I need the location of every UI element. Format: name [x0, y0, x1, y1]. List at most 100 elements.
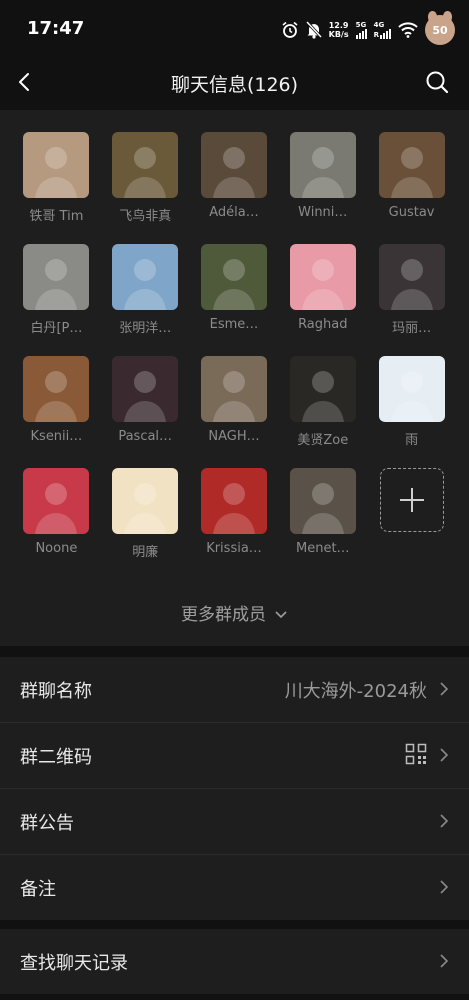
- member-item[interactable]: Krissia…: [190, 468, 279, 580]
- member-row: 铁哥 Tim 飞鸟非真 Adéla… Winni… Gustav: [0, 132, 469, 244]
- member-avatar[interactable]: [112, 132, 179, 198]
- member-avatar[interactable]: [200, 244, 267, 310]
- member-avatar[interactable]: [23, 356, 90, 422]
- person-icon: [35, 147, 78, 198]
- member-panel: 铁哥 Tim 飞鸟非真 Adéla… Winni… Gustav 白丹[P… 张明洋… Esm…: [0, 110, 469, 646]
- member-avatar[interactable]: [112, 468, 179, 534]
- member-item[interactable]: Ksenii…: [12, 356, 101, 468]
- member-item[interactable]: Esme…: [190, 244, 279, 356]
- member-item[interactable]: 白丹[P…: [12, 244, 101, 356]
- member-item[interactable]: 铁哥 Tim: [12, 132, 101, 244]
- person-icon: [301, 259, 344, 310]
- member-name: NAGH…: [208, 429, 260, 444]
- member-item[interactable]: Adéla…: [190, 132, 279, 244]
- group-announcement-label: 群公告: [20, 813, 74, 834]
- signal-bars-icon: [380, 29, 391, 39]
- member-avatar[interactable]: [23, 468, 90, 534]
- person-icon: [390, 371, 433, 422]
- battery-indicator: 50: [425, 11, 455, 45]
- member-avatar[interactable]: [23, 132, 90, 198]
- member-item[interactable]: Noone: [12, 468, 101, 580]
- member-item[interactable]: Menet…: [278, 468, 367, 580]
- search-icon[interactable]: [423, 68, 451, 96]
- member-avatar[interactable]: [378, 244, 445, 310]
- more-members-button[interactable]: 更多群成员: [0, 600, 469, 625]
- chevron-right-icon: [440, 682, 449, 696]
- person-icon: [390, 147, 433, 198]
- plus-icon: [399, 488, 424, 512]
- member-name: Menet…: [296, 541, 350, 556]
- member-item[interactable]: Raghad: [278, 244, 367, 356]
- settings-group-info: 群聊名称 川大海外-2024秋 群二维码 群公告 备注: [0, 657, 469, 920]
- member-item[interactable]: Winni…: [278, 132, 367, 244]
- member-avatar[interactable]: [289, 356, 356, 422]
- member-row: Ksenii… Pascal… NAGH… 美贤Zoe 雨: [0, 356, 469, 468]
- member-name: 飞鸟非真: [119, 209, 172, 224]
- chevron-right-icon: [440, 880, 449, 894]
- chevron-right-icon: [440, 748, 449, 762]
- member-avatar[interactable]: [112, 356, 179, 422]
- wifi-icon: [398, 22, 418, 38]
- settings-group-history: 查找聊天记录: [0, 929, 469, 994]
- speed-unit: KB/s: [328, 30, 349, 39]
- member-avatar[interactable]: [378, 356, 445, 422]
- group-name-row[interactable]: 群聊名称 川大海外-2024秋: [0, 657, 469, 723]
- member-name: Winni…: [298, 205, 348, 220]
- add-member-button[interactable]: [367, 468, 456, 580]
- member-name: Pascal…: [118, 429, 173, 444]
- person-icon: [124, 371, 167, 422]
- add-member-box[interactable]: [379, 468, 444, 532]
- group-remark-label: 备注: [20, 879, 56, 900]
- member-avatar[interactable]: [200, 468, 267, 534]
- person-icon: [124, 147, 167, 198]
- person-icon: [124, 483, 167, 534]
- member-name: Ksenii…: [30, 429, 83, 444]
- signal-bars-icon: [355, 29, 367, 39]
- member-avatar[interactable]: [112, 244, 179, 310]
- more-members-label: 更多群成员: [181, 605, 266, 625]
- search-history-row[interactable]: 查找聊天记录: [0, 929, 469, 994]
- member-item[interactable]: Gustav: [367, 132, 456, 244]
- member-name: Esme…: [209, 317, 259, 332]
- member-avatar[interactable]: [378, 132, 445, 198]
- member-name: 铁哥 Tim: [29, 209, 84, 224]
- group-announcement-row[interactable]: 群公告: [0, 789, 469, 855]
- group-qrcode-row[interactable]: 群二维码: [0, 723, 469, 789]
- chevron-right-icon: [440, 814, 449, 828]
- person-icon: [301, 483, 344, 534]
- search-history-label: 查找聊天记录: [20, 953, 128, 974]
- member-grid: 铁哥 Tim 飞鸟非真 Adéla… Winni… Gustav 白丹[P… 张明洋… Esm…: [0, 132, 469, 580]
- member-item[interactable]: 美贤Zoe: [278, 356, 367, 468]
- member-item[interactable]: 玛丽…: [367, 244, 456, 356]
- signal-5g: 5G: [355, 21, 367, 39]
- alarm-icon: [282, 21, 298, 38]
- member-avatar[interactable]: [23, 244, 90, 310]
- member-avatar[interactable]: [200, 132, 267, 198]
- member-item[interactable]: 明廉: [101, 468, 190, 580]
- member-name: 玛丽…: [392, 321, 432, 336]
- member-name: Noone: [35, 541, 78, 556]
- member-item[interactable]: 雨: [367, 356, 456, 468]
- member-avatar[interactable]: [289, 468, 356, 534]
- qr-code-icon: [405, 743, 427, 765]
- person-icon: [301, 371, 344, 422]
- member-name: Gustav: [388, 205, 435, 220]
- net1-label: 5G: [355, 21, 367, 29]
- member-item[interactable]: 张明洋…: [101, 244, 190, 356]
- speed-value: 12.9: [328, 21, 349, 30]
- title-bar: 聊天信息(126): [0, 58, 469, 110]
- group-name-value: 川大海外-2024秋: [284, 681, 427, 702]
- member-avatar[interactable]: [289, 132, 356, 198]
- member-item[interactable]: Pascal…: [101, 356, 190, 468]
- group-name-label: 群聊名称: [20, 681, 92, 702]
- member-item[interactable]: 飞鸟非真: [101, 132, 190, 244]
- status-time: 17:47: [27, 18, 85, 39]
- member-avatar[interactable]: [200, 356, 267, 422]
- chevron-right-icon: [440, 954, 449, 968]
- group-remark-row[interactable]: 备注: [0, 855, 469, 920]
- member-name: 美贤Zoe: [297, 433, 349, 448]
- member-row: Noone 明廉 Krissia… Menet…: [0, 468, 469, 580]
- member-name: 明廉: [132, 545, 159, 560]
- member-avatar[interactable]: [289, 244, 356, 310]
- member-item[interactable]: NAGH…: [190, 356, 279, 468]
